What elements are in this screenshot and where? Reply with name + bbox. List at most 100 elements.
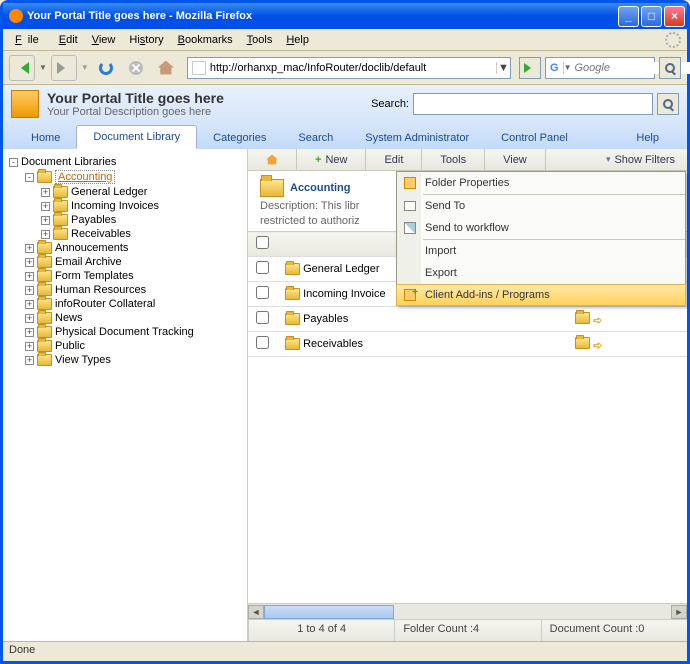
tree-item[interactable]: View Types: [55, 354, 111, 366]
tree-expander[interactable]: +: [25, 356, 34, 365]
tree-item[interactable]: infoRouter Collateral: [55, 298, 155, 310]
tree-expander[interactable]: +: [41, 216, 50, 225]
row-name[interactable]: General Ledger: [303, 263, 379, 275]
folder-icon: [575, 312, 590, 324]
horizontal-scrollbar[interactable]: ◄ ►: [248, 603, 687, 619]
footer-folder-count: Folder Count :4: [394, 620, 540, 641]
menu-bookmarks[interactable]: Bookmarks: [172, 32, 239, 48]
tree-expander[interactable]: +: [25, 272, 34, 281]
arrow-right-icon[interactable]: ➪: [593, 315, 602, 327]
stop-button[interactable]: [123, 55, 149, 81]
tree-item-accounting[interactable]: Accounting: [58, 171, 112, 183]
tree-expander[interactable]: +: [25, 258, 34, 267]
action-new[interactable]: +New: [297, 149, 366, 170]
tree-item[interactable]: Annoucements: [55, 242, 128, 254]
tree-item[interactable]: General Ledger: [71, 186, 147, 198]
google-icon[interactable]: G: [546, 62, 564, 74]
reload-button[interactable]: [93, 55, 119, 81]
row-name[interactable]: Payables: [303, 313, 348, 325]
properties-icon: [404, 177, 416, 189]
menu-send-to[interactable]: Send To: [397, 195, 685, 217]
tree-item[interactable]: Incoming Invoices: [71, 200, 159, 212]
tree-expander[interactable]: +: [25, 244, 34, 253]
tree-expander[interactable]: -: [9, 158, 18, 167]
tree-expander[interactable]: +: [41, 230, 50, 239]
portal-search-input[interactable]: [413, 93, 653, 115]
tree-item[interactable]: Payables: [71, 214, 116, 226]
action-home[interactable]: [248, 149, 297, 170]
action-show-filters[interactable]: ▾Show Filters: [594, 149, 687, 170]
scrollbar-thumb[interactable]: [264, 605, 394, 619]
footer-document-count: Document Count :0: [541, 620, 687, 641]
select-all-checkbox[interactable]: [256, 236, 269, 249]
action-tools[interactable]: Tools: [422, 149, 485, 170]
tree-expander[interactable]: +: [25, 300, 34, 309]
row-checkbox[interactable]: [256, 311, 269, 324]
tree-item[interactable]: Receivables: [71, 228, 131, 240]
tree-expander[interactable]: +: [25, 342, 34, 351]
tree-expander[interactable]: +: [25, 328, 34, 337]
tree-item[interactable]: News: [55, 312, 83, 324]
browser-search-button[interactable]: [659, 57, 681, 79]
throbber-icon: [665, 32, 681, 48]
nav-control-panel[interactable]: Control Panel: [485, 127, 584, 149]
table-row[interactable]: Receivables ➪: [248, 332, 687, 357]
row-name[interactable]: Receivables: [303, 338, 363, 350]
scroll-left-button[interactable]: ◄: [248, 605, 264, 619]
tree-item[interactable]: Form Templates: [55, 270, 134, 282]
tree-expander[interactable]: +: [25, 314, 34, 323]
tree-expander[interactable]: +: [41, 202, 50, 211]
minimize-button[interactable]: _: [618, 6, 639, 27]
menu-history[interactable]: History: [123, 32, 169, 48]
folder-icon: [53, 214, 68, 226]
arrow-left-icon: [15, 62, 29, 74]
folder-icon: [285, 338, 300, 350]
nav-search[interactable]: Search: [282, 127, 349, 149]
url-dropdown[interactable]: ▼: [496, 62, 510, 74]
table-row[interactable]: Payables ➪: [248, 307, 687, 332]
menu-folder-properties[interactable]: Folder Properties: [397, 172, 685, 194]
row-checkbox[interactable]: [256, 261, 269, 274]
url-bar[interactable]: ▼: [187, 57, 511, 79]
home-button[interactable]: [153, 55, 179, 81]
menu-import[interactable]: Import: [397, 240, 685, 262]
tree-item[interactable]: Public: [55, 340, 85, 352]
nav-document-library[interactable]: Document Library: [76, 125, 197, 149]
back-button[interactable]: [9, 55, 35, 81]
arrow-right-icon[interactable]: ➪: [593, 340, 602, 352]
tree-expander[interactable]: +: [41, 188, 50, 197]
portal-search-button[interactable]: [657, 93, 679, 115]
tree-item[interactable]: Human Resources: [55, 284, 146, 296]
nav-system-administrator[interactable]: System Administrator: [349, 127, 485, 149]
action-view[interactable]: View: [485, 149, 546, 170]
folder-icon: [37, 270, 52, 282]
action-edit[interactable]: Edit: [366, 149, 422, 170]
forward-button[interactable]: [51, 55, 77, 81]
nav-help[interactable]: Help: [620, 127, 675, 149]
portal-header: Your Portal Title goes here Your Portal …: [3, 85, 687, 123]
menu-export[interactable]: Export: [397, 262, 685, 284]
tree-expander[interactable]: +: [25, 286, 34, 295]
menu-help[interactable]: Help: [280, 32, 315, 48]
maximize-button[interactable]: □: [641, 6, 662, 27]
nav-categories[interactable]: Categories: [197, 127, 282, 149]
row-name[interactable]: Incoming Invoice: [303, 288, 386, 300]
menu-view[interactable]: View: [86, 32, 122, 48]
folder-icon: [53, 200, 68, 212]
menu-client-addins[interactable]: +Client Add-ins / Programs: [396, 284, 686, 306]
row-checkbox[interactable]: [256, 286, 269, 299]
tree-item[interactable]: Physical Document Tracking: [55, 326, 194, 338]
url-input[interactable]: [210, 59, 496, 77]
menu-file[interactable]: File: [9, 32, 51, 48]
menu-tools[interactable]: Tools: [241, 32, 279, 48]
row-checkbox[interactable]: [256, 336, 269, 349]
tree-item[interactable]: Email Archive: [55, 256, 122, 268]
go-button[interactable]: [519, 57, 541, 79]
menu-edit[interactable]: Edit: [53, 32, 84, 48]
close-button[interactable]: ×: [664, 6, 685, 27]
scroll-right-button[interactable]: ►: [671, 605, 687, 619]
nav-home[interactable]: Home: [15, 127, 76, 149]
tree-expander[interactable]: -: [25, 173, 34, 182]
browser-searchbox[interactable]: G▼: [545, 57, 655, 79]
menu-send-to-workflow[interactable]: Send to workflow: [397, 217, 685, 239]
